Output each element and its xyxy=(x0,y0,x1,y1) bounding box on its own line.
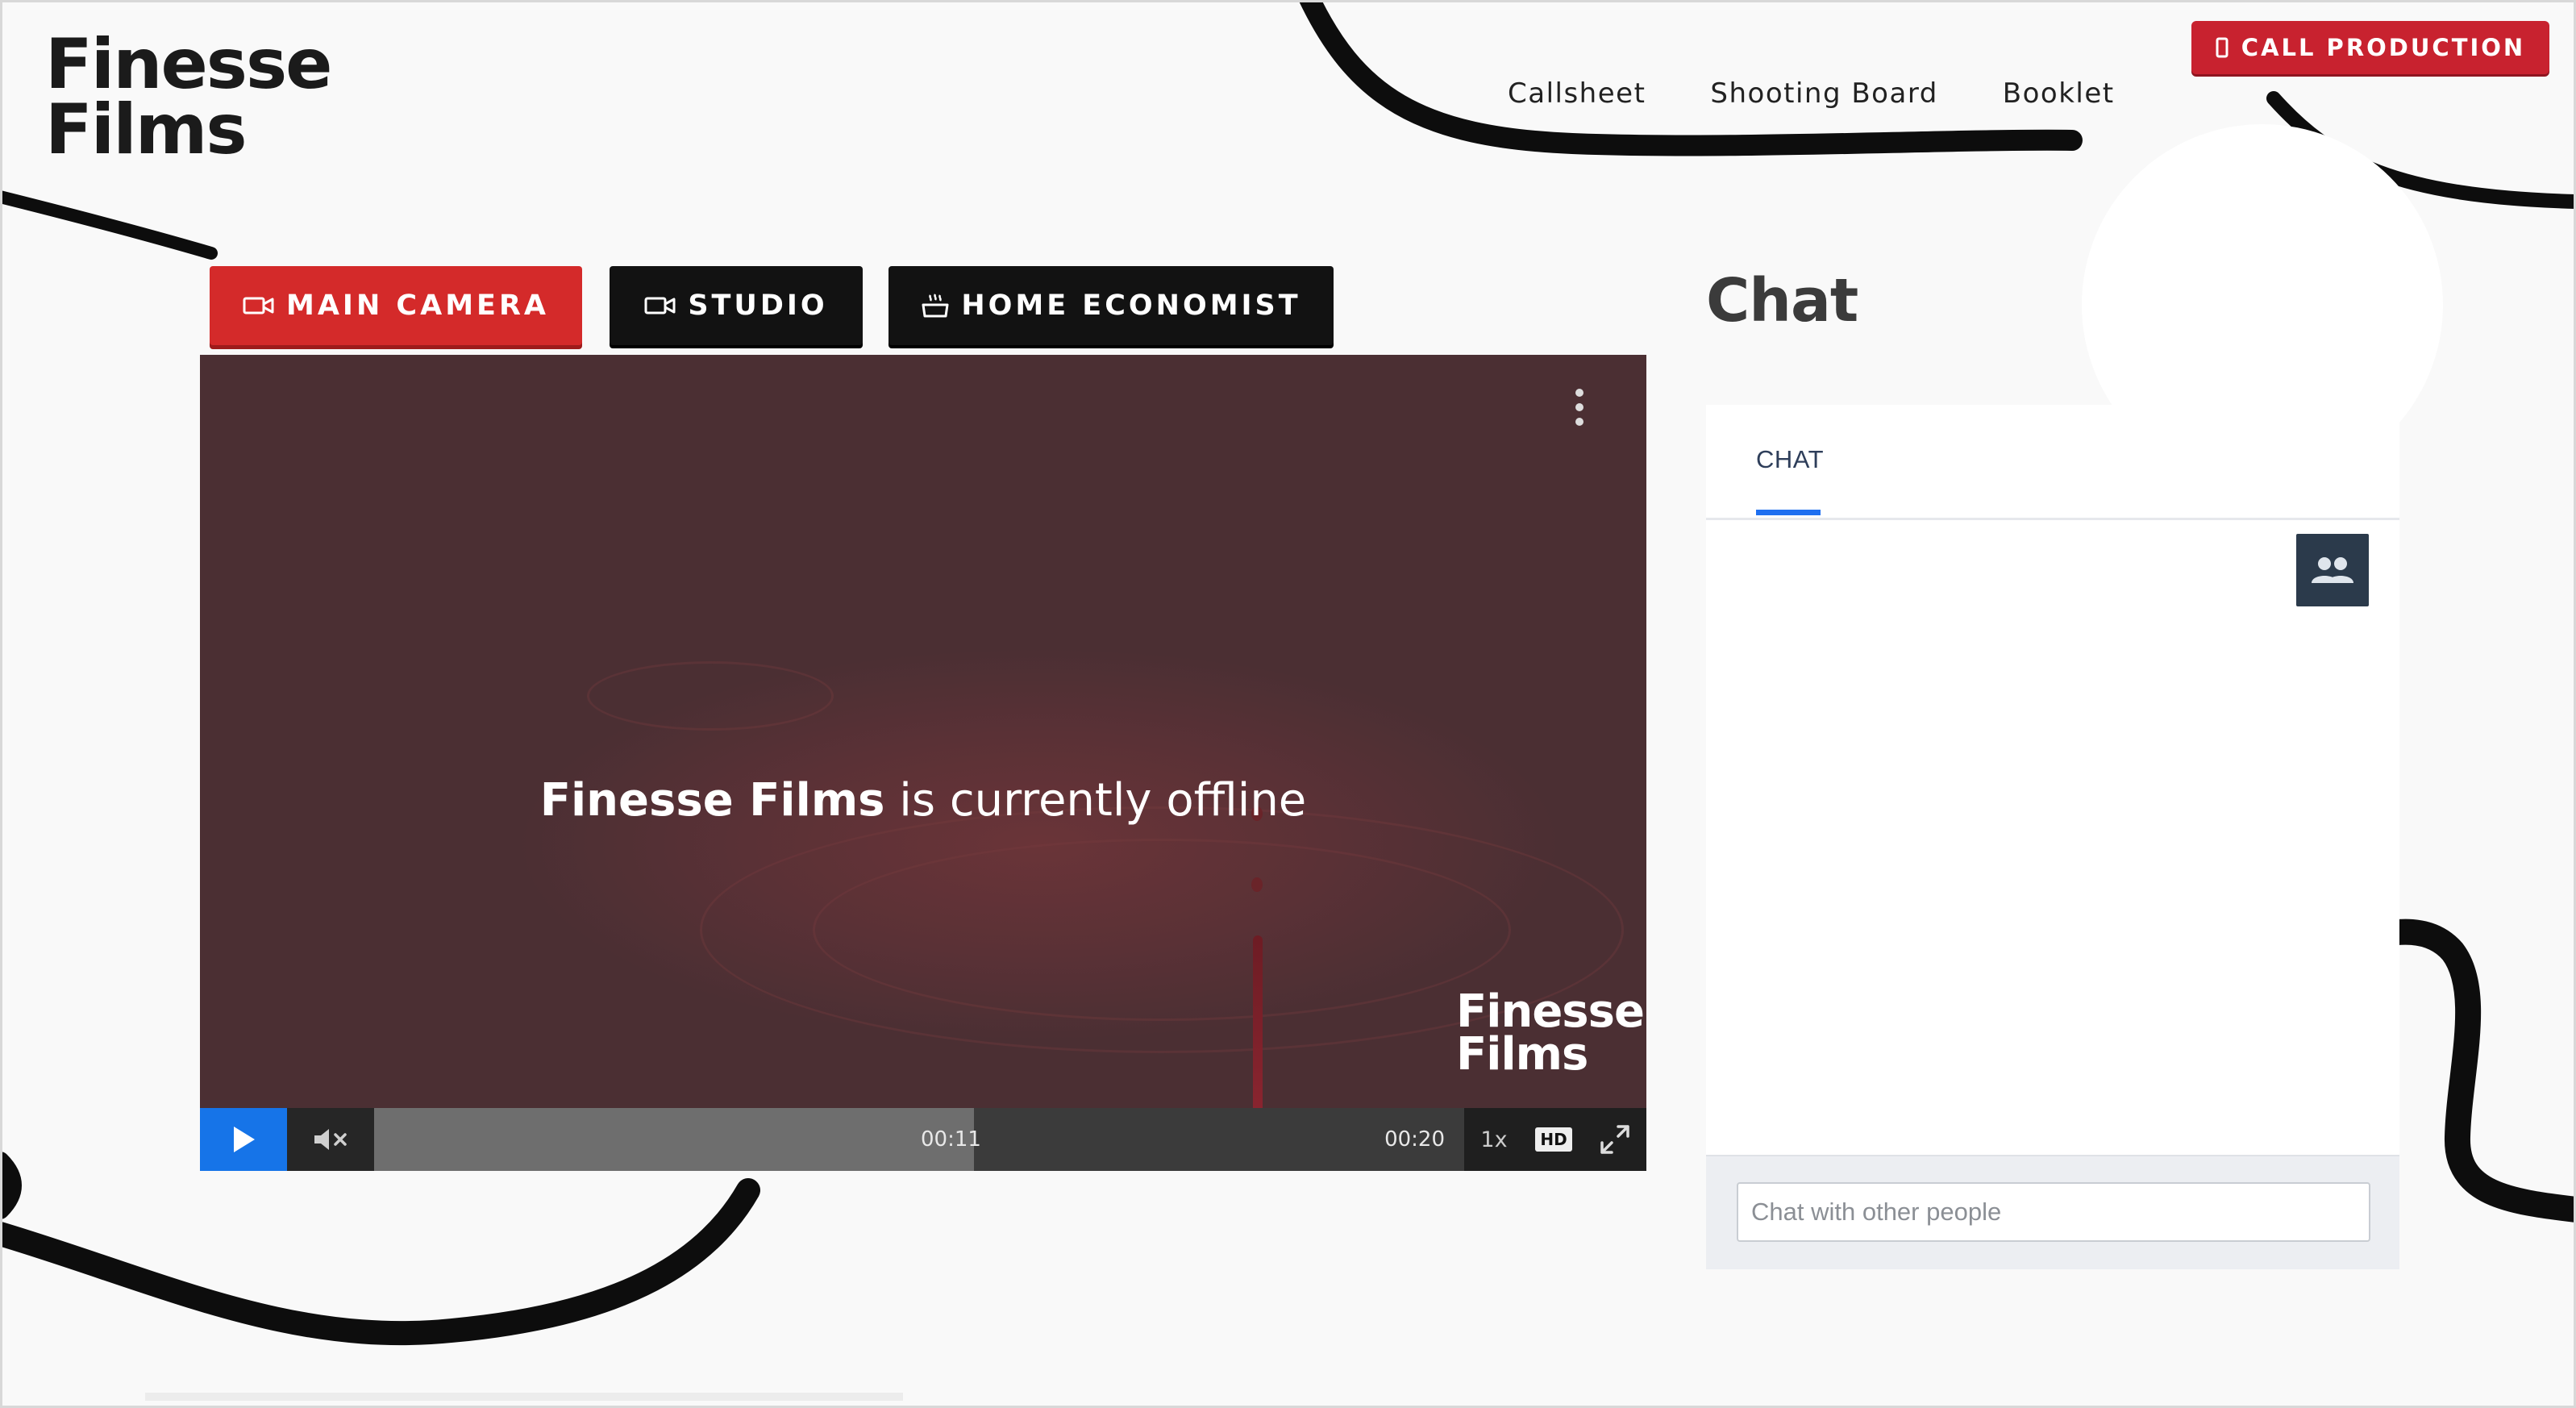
play-icon xyxy=(234,1127,255,1152)
video-camera-icon xyxy=(644,297,676,315)
chat-tab-bar: CHAT xyxy=(1706,405,2399,520)
people-icon xyxy=(2312,557,2353,583)
video-frame-drip xyxy=(1253,935,1263,1121)
tab-chat[interactable]: CHAT xyxy=(1756,445,1824,474)
cooking-pot-icon xyxy=(922,294,949,318)
offline-brand: Finesse Films xyxy=(539,774,885,827)
participants-button[interactable] xyxy=(2296,534,2369,606)
playback-speed-button[interactable]: 1x xyxy=(1464,1108,1524,1171)
mute-button[interactable] xyxy=(287,1108,374,1171)
fullscreen-icon xyxy=(1600,1125,1629,1154)
phone-icon xyxy=(2216,37,2229,58)
call-production-label: CALL PRODUCTION xyxy=(2241,34,2526,61)
call-production-button[interactable]: CALL PRODUCTION xyxy=(2191,21,2549,74)
chat-panel: CHAT xyxy=(1706,405,2399,1269)
brand-logo[interactable]: Finesse Films xyxy=(45,24,332,170)
watermark-line1: Finesse xyxy=(1456,985,1645,1038)
progress-bar[interactable]: 00:11 00:20 xyxy=(374,1108,1464,1171)
chat-composer xyxy=(1706,1155,2399,1269)
brand-logo-line2: Films xyxy=(45,89,248,170)
video-frame-ripple xyxy=(587,661,834,731)
progress-bar-buffered xyxy=(374,1108,974,1171)
tab-chat-active-indicator xyxy=(1756,510,1821,515)
quality-button[interactable]: HD xyxy=(1524,1108,1583,1171)
tab-main-camera-label: MAIN CAMERA xyxy=(286,290,549,322)
chat-message-input[interactable] xyxy=(1737,1182,2370,1242)
tab-studio-label: STUDIO xyxy=(688,290,828,322)
top-nav: Callsheet Shooting Board Booklet xyxy=(1508,77,2115,110)
brand-logo-line1: Finesse xyxy=(45,24,332,105)
tab-studio[interactable]: STUDIO xyxy=(610,266,863,345)
speaker-muted-icon xyxy=(314,1129,347,1150)
bottom-divider xyxy=(145,1393,903,1401)
tab-main-camera[interactable]: MAIN CAMERA xyxy=(210,266,582,345)
current-time: 00:11 xyxy=(921,1127,981,1152)
video-watermark-logo: Finesse Films xyxy=(1456,985,1645,1081)
nav-callsheet-link[interactable]: Callsheet xyxy=(1508,77,1646,110)
nav-shooting-board-link[interactable]: Shooting Board xyxy=(1710,77,1937,110)
watermark-line2: Films xyxy=(1456,1028,1588,1081)
nav-booklet-link[interactable]: Booklet xyxy=(2003,77,2115,110)
duration: 00:20 xyxy=(1384,1127,1445,1152)
video-player[interactable]: Finesse Films is currently offline Fines… xyxy=(200,355,1646,1171)
player-controls: 00:11 00:20 1x HD xyxy=(200,1108,1646,1171)
video-camera-icon xyxy=(243,297,274,315)
chat-heading: Chat xyxy=(1706,266,1858,335)
offline-message: Finesse Films is currently offline xyxy=(200,774,1646,827)
play-button[interactable] xyxy=(200,1108,287,1171)
tab-home-economist[interactable]: HOME ECONOMIST xyxy=(888,266,1334,345)
fullscreen-button[interactable] xyxy=(1583,1108,1646,1171)
tab-home-economist-label: HOME ECONOMIST xyxy=(961,290,1301,322)
video-frame-ripple xyxy=(813,839,1511,1021)
hd-badge: HD xyxy=(1535,1127,1572,1152)
video-frame-droplet xyxy=(1251,877,1263,892)
more-options-icon[interactable] xyxy=(1575,389,1583,426)
offline-text: is currently offline xyxy=(884,774,1307,827)
